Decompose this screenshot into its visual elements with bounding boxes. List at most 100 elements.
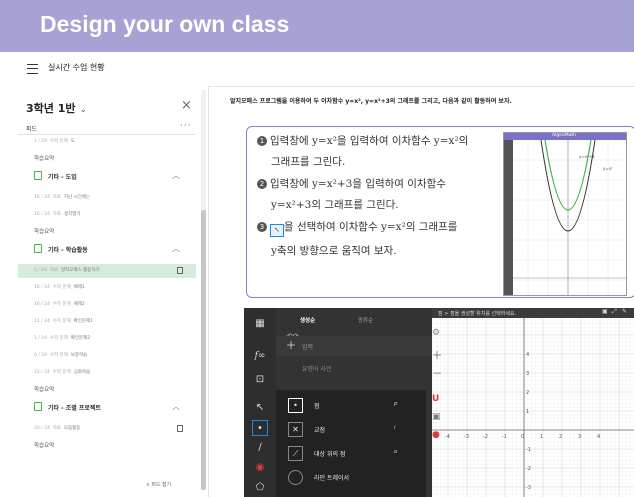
scroll-thumb[interactable] xyxy=(201,210,206,490)
summary-item[interactable]: 학습요약 xyxy=(34,385,54,393)
plus-icon[interactable]: + xyxy=(286,338,296,352)
app-sidebar: ▦ f∞ ⊡ ↖ • ∕ ◉ ⬠ xyxy=(244,308,276,497)
point-on-object-icon: ⟋ xyxy=(288,446,303,461)
feed-collapse-button[interactable]: ∧ 피드 접기 xyxy=(146,481,171,488)
x-tick-label: 3 xyxy=(578,434,581,440)
document-icon[interactable] xyxy=(177,425,183,432)
point-tool-menu: • 점 p ✕ 교점 i ⟋ 대상 위의 점 o 라인 트레이서 xyxy=(276,390,426,497)
algebra-panel: 생성순 종류순 ↶↷ + 입력 유령어 사전 • 점 p ✕ 교점 i xyxy=(276,308,432,497)
feed-item[interactable]: 1 / 24 수학 문제 도 xyxy=(34,138,75,144)
gear-icon[interactable]: ⚙ xyxy=(432,328,440,338)
graph-canvas[interactable]: -4 -3 -2 -1 0 1 2 3 4 4 3 2 1 -1 -2 -3 점 > 점을 생성할 위치를 선… xyxy=(432,308,634,497)
x-tick-label: 1 xyxy=(540,434,543,440)
tool-point[interactable]: • 점 p xyxy=(282,396,426,416)
feed-item[interactable]: 20 / 24 자료 모둠활동 xyxy=(34,425,80,431)
move-tool-icon: ↖ xyxy=(270,224,284,237)
y-tick-label: 3 xyxy=(526,371,529,377)
step-2-line2: y=x²+3의 그래프를 그린다. xyxy=(271,199,399,211)
x-tick-label: 4 xyxy=(597,434,600,440)
y-tick-label: -1 xyxy=(526,447,531,453)
circle-tool-icon[interactable]: ◉ xyxy=(252,460,268,476)
tab-type-order[interactable]: 종류순 xyxy=(358,316,373,324)
banner: Design your own class xyxy=(0,0,634,52)
preview-toolbar xyxy=(504,140,513,295)
feed-item[interactable]: 16 / 24 자료 생각열기 xyxy=(34,211,80,217)
y-tick-label: 4 xyxy=(526,352,529,358)
feed-item[interactable]: 11 / 24 수학 문제 확인문제1 xyxy=(34,318,93,324)
preview-header: AlgeoMath xyxy=(504,133,626,140)
summary-item[interactable]: 학습요약 xyxy=(34,154,54,162)
move-tool-icon[interactable]: ↖ xyxy=(252,400,268,416)
section-header[interactable]: 기타 - 조별 프로젝트 ︿ xyxy=(26,399,188,415)
record-icon[interactable]: ● xyxy=(432,430,440,440)
input-bar[interactable]: + 입력 xyxy=(276,336,432,356)
tab-feed[interactable]: 피드 xyxy=(26,124,37,133)
section-header[interactable]: 기타 - 도입 ︿ xyxy=(26,168,188,184)
class-selector[interactable]: 3학년 1반 ⌄ xyxy=(26,100,87,116)
class-name: 3학년 1반 xyxy=(26,102,76,115)
function-icon[interactable]: f∞ xyxy=(252,348,268,364)
chevron-up-icon[interactable]: ︿ xyxy=(172,170,180,181)
history-text: 유령어 사전 xyxy=(302,366,332,373)
close-icon[interactable]: × xyxy=(181,98,192,113)
step-1-line2: 그래프를 그린다. xyxy=(271,156,346,168)
svg-text:y=x²: y=x² xyxy=(603,166,613,171)
coordinate-grid[interactable]: -4 -3 -2 -1 0 1 2 3 4 4 3 2 1 -1 -2 -3 xyxy=(432,308,634,497)
point-icon: • xyxy=(288,398,303,413)
tab-creation-order[interactable]: 생성순 xyxy=(300,316,315,324)
section-icon xyxy=(34,171,42,180)
banner-title: Design your own class xyxy=(40,11,290,37)
step-1: 1 입력창에 y=x²을 입력하여 이차함수 y=x²의 xyxy=(257,133,468,148)
instruction-text: 알지오매스 프로그램을 이용하여 두 이차함수 y=x², y=x²+3의 그래… xyxy=(230,98,512,105)
x-tick-label: -1 xyxy=(502,434,507,440)
document-icon[interactable] xyxy=(177,267,183,274)
feed-item[interactable]: 0 / 24 자료 알지오매스 활동하기 xyxy=(34,267,100,273)
polygon-tool-icon[interactable]: ⬠ xyxy=(252,480,268,496)
svg-text:y=x²+3: y=x²+3 xyxy=(579,154,595,159)
camera-icon[interactable]: ▣ xyxy=(432,412,441,422)
zoom-out-icon[interactable]: − xyxy=(432,366,442,380)
input-field[interactable]: 입력 xyxy=(302,342,313,351)
magnet-icon[interactable]: U xyxy=(432,394,439,404)
feed-item[interactable]: 0 / 24 수학 문제 보충학습 xyxy=(34,352,87,358)
step-3-line2: y축의 방향으로 움직여 보자. xyxy=(271,245,397,257)
line-tracer-icon xyxy=(288,470,303,485)
line-tool-icon[interactable]: ∕ xyxy=(252,440,268,456)
summary-item[interactable]: 학습요약 xyxy=(34,227,54,235)
feed-sidebar: 3학년 1반 ⌄ × 피드 ··· 1 / 24 수학 문제 도 학습요약 기타 - … xyxy=(18,86,209,497)
main-content: 알지오매스 프로그램을 이용하여 두 이차함수 y=x², y=x²+3의 그래… xyxy=(210,86,634,497)
edit-icon[interactable]: ✎ xyxy=(622,308,627,315)
activity-card: 1 입력창에 y=x²을 입력하여 이차함수 y=x²의 그래프를 그린다. 2입… xyxy=(246,126,634,298)
scrollbar[interactable] xyxy=(201,90,206,490)
feed-item[interactable]: 1 / 24 수학 문제 확인문제2 xyxy=(34,335,90,341)
tool-intersection[interactable]: ✕ 교점 i xyxy=(282,420,426,440)
more-icon[interactable]: ··· xyxy=(180,121,192,131)
table-icon[interactable]: ▦ xyxy=(252,316,268,332)
y-tick-label: 1 xyxy=(526,409,529,415)
feed-item[interactable]: 12 / 24 수학 문제 심화학습 xyxy=(34,369,90,375)
preview-graph: y=x²+3 y=x² xyxy=(513,140,626,295)
x-tick-label: -4 xyxy=(445,434,450,440)
feed-item[interactable]: 16 / 24 수학 문제 예제1 xyxy=(34,284,85,290)
step-3: 3 ↖ 을 선택하여 이차함수 y=x²의 그래프를 xyxy=(257,219,457,237)
menu-icon[interactable] xyxy=(27,64,38,74)
tool-point-on-object[interactable]: ⟋ 대상 위의 점 o xyxy=(282,444,426,464)
fullscreen-icon[interactable]: ⤢ xyxy=(612,308,617,316)
feed-item[interactable]: 16 / 24 자료 지난 시간에는 xyxy=(34,194,90,200)
tool-line-tracer[interactable]: 라인 트레이서 xyxy=(282,468,426,488)
intersection-icon: ✕ xyxy=(288,422,303,437)
chevron-up-icon[interactable]: ︿ xyxy=(172,401,180,412)
feed-item[interactable]: 16 / 24 수학 문제 예제2 xyxy=(34,301,85,307)
section-header[interactable]: 기타 - 학습활동 ︿ xyxy=(26,241,188,257)
x-tick-label: -2 xyxy=(483,434,488,440)
y-tick-label: -3 xyxy=(526,485,531,491)
summary-item[interactable]: 학습요약 xyxy=(34,441,54,449)
settings-icon[interactable]: ▣ xyxy=(602,308,608,315)
zoom-in-icon[interactable]: + xyxy=(432,348,442,362)
page-title: 실시간 수업 현황 xyxy=(48,63,105,72)
layout-icon[interactable]: ⊡ xyxy=(252,372,268,388)
x-tick-label: -3 xyxy=(464,434,469,440)
point-tool-icon[interactable]: • xyxy=(252,420,268,436)
chevron-up-icon[interactable]: ︿ xyxy=(172,243,180,254)
step-2: 2 입력창에 y=x²+3을 입력하여 이차함수 xyxy=(257,176,446,191)
